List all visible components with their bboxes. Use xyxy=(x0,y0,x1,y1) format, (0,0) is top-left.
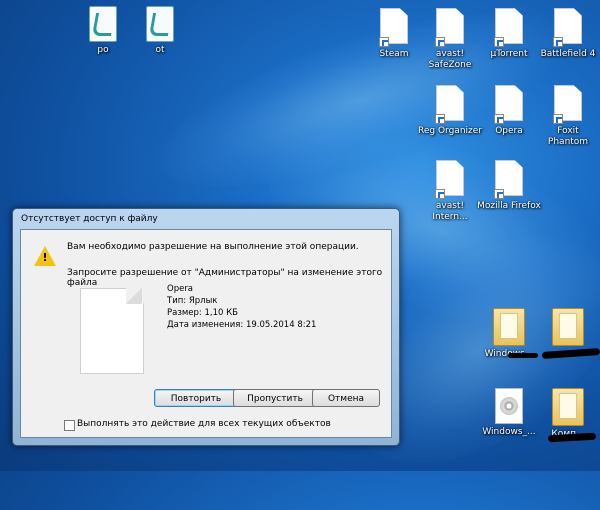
desktop-icon-utorrent[interactable]: µTorrent xyxy=(477,8,541,60)
warning-exclamation-icon: ! xyxy=(42,251,48,264)
desktop-icon-po[interactable]: po xyxy=(71,6,135,56)
desktop: { "desktop": { "icons": [ {"label": "po"… xyxy=(0,0,600,510)
desktop-icon-label: ot xyxy=(155,45,165,55)
desktop-icon-label: Battlefield 4 xyxy=(540,49,596,59)
skip-button[interactable]: Пропустить xyxy=(233,389,317,407)
folder-icon xyxy=(493,308,525,346)
desktop-icon-battlefield4[interactable]: Battlefield 4 xyxy=(536,8,600,60)
desktop-icon-label: Mozilla Firefox xyxy=(477,201,541,211)
desktop-icon-firefox[interactable]: Mozilla Firefox xyxy=(477,160,541,212)
script-icon xyxy=(146,6,174,42)
redaction-scribble xyxy=(508,353,538,358)
script-icon xyxy=(89,6,117,42)
shortcut-arrow-icon xyxy=(494,37,504,47)
shortcut-arrow-icon xyxy=(494,189,504,199)
folder-icon xyxy=(552,308,584,346)
desktop-icon-label: po xyxy=(97,45,109,55)
shortcut-arrow-icon xyxy=(494,114,504,124)
dialog-title: Отсутствует доступ к файлу xyxy=(21,214,158,224)
desktop-icon-label: Windows_... xyxy=(482,427,536,437)
desktop-icon-reg-organizer[interactable]: Reg Organizer xyxy=(418,85,482,137)
file-size: Размер: 1,10 КБ xyxy=(167,308,238,318)
redaction-scribble xyxy=(547,432,597,443)
disc-icon xyxy=(495,388,523,424)
desktop-icon-windows-disc[interactable]: Windows_... xyxy=(477,388,541,438)
desktop-icon-steam[interactable]: Steam xyxy=(362,8,426,60)
desktop-icon-label: µTorrent xyxy=(490,49,528,59)
shortcut-arrow-icon xyxy=(435,189,445,199)
file-name: Opera xyxy=(167,284,194,294)
apply-to-all-label[interactable]: Выполнять это действие для всех текущих … xyxy=(77,419,331,429)
shortcut-arrow-icon xyxy=(435,37,445,47)
desktop-icon-label: Foxit Phantom xyxy=(547,126,589,147)
file-type: Тип: Ярлык xyxy=(167,296,218,306)
desktop-icon-avast-safezone[interactable]: avast! SafeZone xyxy=(418,8,482,71)
desktop-icon-opera[interactable]: Opera xyxy=(477,85,541,137)
desktop-icon-label: Steam xyxy=(379,49,409,59)
dialog-permission-request: Запросите разрешение от "Администраторы"… xyxy=(67,268,383,288)
desktop-icon-label: avast! Intern... xyxy=(432,201,468,222)
shortcut-arrow-icon xyxy=(435,114,445,124)
shortcut-arrow-icon xyxy=(553,37,563,47)
desktop-icon-redacted-folder[interactable] xyxy=(536,308,600,349)
desktop-icon-label: Reg Organizer xyxy=(418,126,482,136)
desktop-icon-ot[interactable]: ot xyxy=(128,6,192,56)
file-fold-icon xyxy=(126,288,142,304)
apply-to-all-checkbox[interactable] xyxy=(64,420,75,431)
desktop-icon-label: Opera xyxy=(495,126,523,136)
desktop-icon-avast-internet[interactable]: avast! Intern... xyxy=(418,160,482,223)
dialog-message: Вам необходимо разрешение на выполнение … xyxy=(67,242,359,252)
cancel-button[interactable]: Отмена xyxy=(312,389,380,407)
desktop-icon-label: avast! SafeZone xyxy=(428,49,472,70)
folder-icon xyxy=(552,388,584,426)
shortcut-arrow-icon xyxy=(553,114,563,124)
shortcut-arrow-icon xyxy=(379,37,389,47)
desktop-icon-foxit-phantom[interactable]: Foxit Phantom xyxy=(536,85,600,148)
file-modified: Дата изменения: 19.05.2014 8:21 xyxy=(167,320,317,330)
retry-button[interactable]: Повторить xyxy=(154,389,238,407)
